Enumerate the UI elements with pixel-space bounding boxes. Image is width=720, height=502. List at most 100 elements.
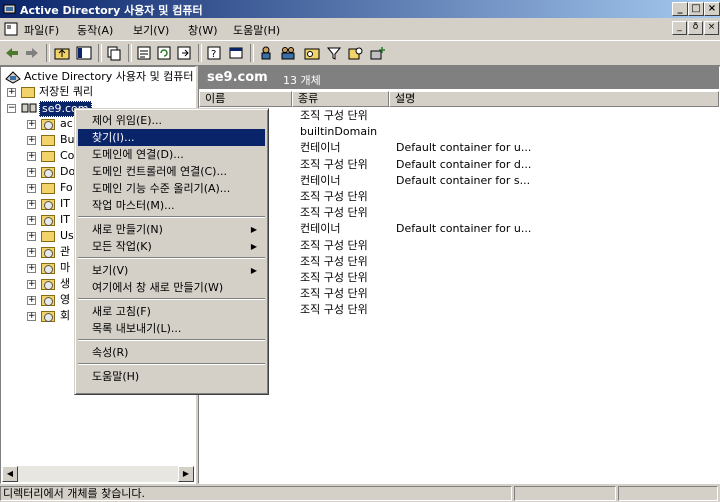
show-tree-icon[interactable] [76, 45, 92, 61]
expand-plus-icon[interactable]: + [27, 152, 36, 161]
context-menu-item-label: 모든 작업(K) [92, 240, 152, 253]
collapse-minus-icon[interactable]: − [7, 104, 16, 113]
list-item[interactable]: 조직 구성 단위 [199, 205, 719, 221]
list-item[interactable]: 조직 구성 단위 [199, 108, 719, 124]
expand-plus-icon[interactable]: + [27, 136, 36, 145]
expand-plus-icon[interactable]: + [27, 264, 36, 273]
copy-icon[interactable] [106, 45, 122, 61]
scroll-right-arrow-icon[interactable]: ▶ [178, 466, 194, 482]
ou-badge-icon [44, 249, 53, 258]
properties-icon[interactable] [136, 45, 152, 61]
mdi-close-button[interactable]: × [704, 21, 719, 35]
list-cell-type: 조직 구성 단위 [300, 287, 368, 301]
expand-plus-icon[interactable]: + [27, 120, 36, 129]
context-menu-item-label: 도메인 컨트롤러에 연결(C)... [92, 165, 227, 178]
menu-view[interactable]: 보기(V) [133, 22, 169, 38]
expand-plus-icon[interactable]: + [27, 296, 36, 305]
list-item[interactable]: 컨테이너 Default container for u... [199, 221, 719, 237]
ou-folder-icon [41, 199, 55, 210]
folder-icon [41, 135, 55, 146]
context-menu-item[interactable]: 도메인 컨트롤러에 연결(C)... [78, 163, 265, 180]
menu-file[interactable]: 파일(F) [24, 22, 59, 38]
expand-plus-icon[interactable]: + [27, 168, 36, 177]
forward-arrow-icon[interactable] [24, 45, 40, 61]
column-header-name[interactable]: 이름 [199, 91, 292, 107]
horizontal-scrollbar[interactable]: ◀ ▶ [2, 466, 194, 482]
ou-folder-icon [41, 295, 55, 306]
context-menu-item[interactable]: 찾기(I)... [78, 129, 265, 146]
up-folder-icon[interactable] [54, 45, 70, 61]
list-item[interactable]: ec...컨테이너Default container for s... [199, 173, 719, 189]
back-arrow-icon[interactable] [4, 45, 20, 61]
expand-plus-icon[interactable]: + [27, 280, 36, 289]
mdi-restore-button[interactable]: ð [688, 21, 703, 35]
column-header-type[interactable]: 종류 [292, 91, 389, 107]
scroll-left-arrow-icon[interactable]: ◀ [2, 466, 18, 482]
expand-plus-icon[interactable]: + [27, 216, 36, 225]
ou-badge-icon [44, 297, 53, 306]
list-item[interactable]: builtinDomain [199, 124, 719, 140]
help-icon[interactable]: ? [206, 45, 222, 61]
context-menu-item[interactable]: 새로 만들기(N) ▶ [78, 221, 265, 238]
toolbar-separator [46, 44, 50, 62]
menu-window[interactable]: 창(W) [188, 22, 218, 38]
list-cell-type: 조직 구성 단위 [300, 190, 368, 203]
context-menu-item-label: 작업 마스터(M)... [92, 199, 175, 212]
add-to-group-icon[interactable] [370, 45, 386, 61]
context-menu-item[interactable]: 모든 작업(K) ▶ [78, 238, 265, 255]
ou-folder-icon [41, 215, 55, 226]
details-pane[interactable]: se9.com 13 개체 이름 종류 설명 조직 구성 단위 builtinDo… [198, 66, 720, 484]
filter-icon[interactable] [326, 45, 342, 61]
list-item[interactable]: 조직 구성 단위 [199, 254, 719, 270]
expand-plus-icon[interactable]: + [27, 200, 36, 209]
context-menu-item[interactable]: 속성(R) [78, 344, 265, 361]
tree-item-label: 회 [60, 309, 71, 322]
list-item[interactable]: 조직 구성 단위 [199, 238, 719, 254]
context-menu-item[interactable]: 목록 내보내기(L)... [78, 320, 265, 337]
context-menu-item[interactable]: 여기에서 창 새로 만들기(W) [78, 279, 265, 296]
expand-plus-icon[interactable]: + [7, 88, 16, 97]
expand-plus-icon[interactable]: + [27, 248, 36, 257]
tree-item-label: Fo [60, 181, 73, 194]
new-user-icon[interactable] [258, 45, 274, 61]
find-icon[interactable] [348, 45, 364, 61]
toolbar-separator [198, 44, 202, 62]
list-item[interactable]: 조직 구성 단위 [199, 302, 719, 318]
expand-plus-icon[interactable]: + [27, 232, 36, 241]
tree-item-label: Us [60, 229, 74, 242]
new-group-icon[interactable] [280, 45, 296, 61]
context-menu-item-label: 여기에서 창 새로 만들기(W) [92, 281, 224, 294]
ou-folder-icon [41, 167, 55, 178]
menu-help[interactable]: 도움말(H) [233, 22, 280, 38]
menu-action[interactable]: 동작(A) [77, 22, 113, 38]
list-item[interactable]: 조직 구성 단위 [199, 286, 719, 302]
mdi-minimize-button[interactable]: _ [672, 21, 687, 35]
column-header-description[interactable]: 설명 [389, 91, 719, 107]
close-button[interactable]: × [704, 2, 720, 16]
context-menu-item[interactable]: 도움말(H) [78, 368, 265, 385]
list-item[interactable]: Co...조직 구성 단위Default container for d... [199, 157, 719, 173]
expand-plus-icon[interactable]: + [27, 184, 36, 193]
export-list-icon[interactable] [176, 45, 192, 61]
ou-badge-icon [44, 201, 53, 210]
list-item[interactable]: 조직 구성 단위 [199, 270, 719, 286]
tree-item-label: 저장된 쿼리 [39, 85, 94, 98]
title-bar: Active Directory 사용자 및 컴퓨터 _ □ × [0, 0, 720, 18]
maximize-button[interactable]: □ [688, 2, 704, 16]
expand-plus-icon[interactable]: + [27, 312, 36, 321]
new-ou-icon[interactable] [304, 45, 320, 61]
context-menu-item[interactable]: 도메인 기능 수준 올리기(A)... [78, 180, 265, 197]
list-item[interactable]: 조직 구성 단위 [199, 189, 719, 205]
refresh-icon[interactable] [156, 45, 172, 61]
console-icon[interactable] [228, 45, 244, 61]
context-menu-item[interactable]: 보기(V) ▶ [78, 262, 265, 279]
minimize-button[interactable]: _ [672, 2, 688, 16]
context-menu-item[interactable]: 작업 마스터(M)... [78, 197, 265, 214]
status-text: 디렉터리에서 개체를 찾습니다. [0, 486, 512, 501]
context-menu-item[interactable]: 제어 위임(E)... [78, 112, 265, 129]
mmc-doc-icon[interactable] [4, 22, 18, 36]
list-item[interactable]: rs컨테이너Default container for u... [199, 140, 719, 156]
menu-separator [78, 216, 265, 218]
context-menu-item[interactable]: 도메인에 연결(D)... [78, 146, 265, 163]
context-menu-item[interactable]: 새로 고침(F) [78, 303, 265, 320]
